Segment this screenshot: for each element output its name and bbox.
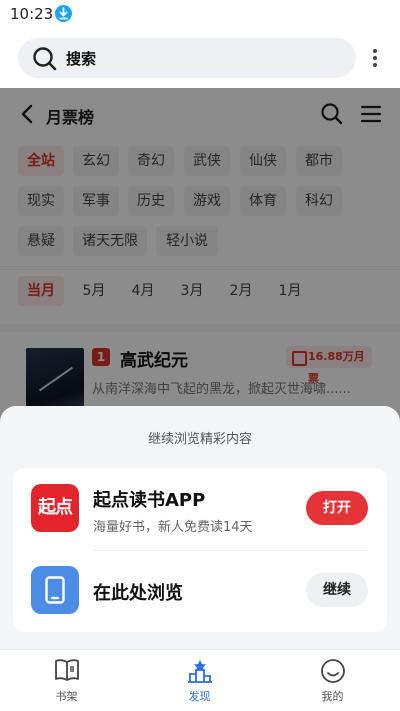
tablet-icon: [31, 566, 79, 614]
status-bar: 10:23: [0, 0, 400, 28]
search-icon: [33, 47, 57, 71]
tab-label: 书架: [55, 690, 78, 703]
open-app-button[interactable]: 打开: [306, 491, 368, 525]
discover-icon: [188, 660, 212, 683]
more-menu-icon[interactable]: [368, 48, 382, 68]
app-subtitle: 海量好书，新人免费读14天: [93, 520, 253, 535]
browser-toolbar: 搜索: [0, 28, 400, 88]
browse-here-label: 在此处浏览: [93, 583, 183, 604]
search-label: 搜索: [66, 50, 97, 68]
download-icon: [55, 5, 72, 22]
browser-search-input[interactable]: 搜索: [18, 38, 356, 78]
sheet-heading: 继续浏览精彩内容: [147, 432, 252, 447]
book-icon: [55, 659, 79, 681]
smiley-icon: [321, 659, 345, 683]
bottom-tab-bar: 书架 发现 我的: [0, 649, 400, 711]
tab-discover[interactable]: 发现: [133, 650, 266, 711]
options-card: 起点 起点读书APP 海量好书，新人免费读14天 打开 在此处浏览 继续: [13, 468, 387, 632]
continue-button[interactable]: 继续: [306, 573, 368, 607]
tab-bookshelf[interactable]: 书架: [0, 650, 133, 711]
divider: [93, 550, 369, 551]
tab-me[interactable]: 我的: [266, 650, 399, 711]
app-name: 起点读书APP: [93, 490, 206, 511]
tab-label: 我的: [321, 690, 344, 703]
tab-label: 发现: [188, 690, 211, 703]
qidian-app-icon: 起点: [31, 484, 79, 532]
status-time: 10:23: [10, 5, 54, 23]
